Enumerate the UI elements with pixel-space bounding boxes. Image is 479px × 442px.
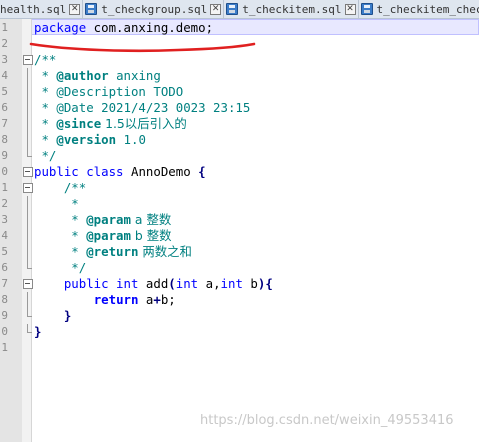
code-text: public class AnnoDemo { — [34, 164, 206, 179]
code-text: return a+b; — [93, 292, 176, 307]
code-line: 8 return a+b; — [0, 292, 479, 308]
line-number: 1 — [1, 341, 8, 354]
tab-health-sql[interactable]: health.sql ✕ — [0, 0, 84, 18]
close-icon[interactable]: ✕ — [344, 3, 356, 15]
line-number: 6 — [1, 261, 8, 274]
line-number: 2 — [1, 37, 8, 50]
fold-guide-end — [23, 308, 32, 324]
save-icon — [226, 3, 239, 15]
code-line: 4 * @author anxing — [0, 68, 479, 84]
fold-guide — [23, 196, 32, 212]
line-number: 7 — [1, 117, 8, 130]
code-line: 3 /** — [0, 52, 479, 68]
fold-guide — [23, 132, 32, 148]
line-number: 5 — [1, 85, 8, 98]
tab-t-checkitem-sql[interactable]: t_checkitem.sql ✕ — [224, 0, 359, 18]
code-text: package com.anxing.demo; — [34, 20, 214, 35]
code-text: */ — [34, 260, 87, 275]
fold-guide-end — [23, 148, 32, 164]
code-line: 3 * @param a 整数 — [0, 212, 479, 228]
tab-label: t_checkgroup.sql — [101, 2, 208, 16]
close-icon[interactable]: ✕ — [69, 3, 81, 15]
code-text: * @author anxing — [34, 68, 161, 83]
code-text: /** — [34, 52, 57, 67]
line-number: 1 — [1, 21, 8, 34]
fold-guide-end — [23, 324, 32, 340]
code-text: * @param a 整数 — [34, 212, 172, 227]
tab-t-checkitem-chec[interactable]: t_checkitem_chec — [358, 0, 479, 18]
line-number: 8 — [1, 133, 8, 146]
fold-guide — [23, 84, 32, 100]
line-number: 3 — [1, 213, 8, 226]
code-text: * @Date 2021/4/23 0023 23:15 — [34, 100, 251, 115]
code-text: } — [34, 308, 72, 323]
red-underline-annotation — [29, 42, 256, 53]
save-icon — [360, 3, 373, 15]
fold-toggle[interactable] — [23, 276, 33, 292]
fold-guide — [23, 292, 32, 308]
fold-guide — [23, 244, 32, 260]
code-line: 0 public class AnnoDemo { — [0, 164, 479, 180]
line-number: 6 — [1, 101, 8, 114]
code-line: 1 package com.anxing.demo; — [0, 20, 479, 36]
fold-guide — [23, 100, 32, 116]
fold-guide-end — [23, 260, 32, 276]
tab-label: health.sql — [0, 2, 67, 16]
code-line: 7 public int add(int a,int b){ — [0, 276, 479, 292]
code-line: 6 */ — [0, 260, 479, 276]
line-number: 9 — [1, 149, 8, 162]
line-number: 4 — [1, 229, 8, 242]
line-number: 0 — [1, 165, 8, 178]
code-text: * — [34, 196, 79, 211]
line-number: 8 — [1, 293, 8, 306]
fold-guide — [23, 228, 32, 244]
line-number: 4 — [1, 69, 8, 82]
code-text: * @version 1.0 — [34, 132, 146, 147]
code-line: 9 */ — [0, 148, 479, 164]
code-line: 8 * @version 1.0 — [0, 132, 479, 148]
code-line: 5 * @Description TODO — [0, 84, 479, 100]
watermark: https://blog.csdn.net/weixin_49553416 — [200, 413, 454, 428]
code-text: * @return 两数之和 — [34, 244, 192, 259]
code-text: * @Description TODO — [34, 84, 184, 99]
line-number: 1 — [1, 181, 8, 194]
code-line: 6 * @Date 2021/4/23 0023 23:15 — [0, 100, 479, 116]
code-line: 9 } — [0, 308, 479, 324]
line-number: 2 — [1, 197, 8, 210]
code-line: 2 * — [0, 196, 479, 212]
line-number: 0 — [1, 325, 8, 338]
code-text: public int add(int a,int b){ — [63, 276, 273, 291]
close-icon[interactable]: ✕ — [210, 3, 222, 15]
tab-bar: health.sql ✕ t_checkgroup.sql ✕ t_checki… — [0, 0, 479, 19]
code-text: } — [34, 324, 42, 339]
code-line: 4 * @param b 整数 — [0, 228, 479, 244]
code-line: 0 } — [0, 324, 479, 340]
code-text: * @param b 整数 — [34, 228, 172, 243]
fold-guide — [23, 116, 32, 132]
code-line: 7 * @since 1.5以后引入的 — [0, 116, 479, 132]
fold-guide — [23, 212, 32, 228]
code-line: 1 — [0, 340, 479, 356]
fold-toggle[interactable] — [23, 164, 33, 180]
line-number: 3 — [1, 53, 8, 66]
code-line: 1 /** — [0, 180, 479, 196]
code-line: 5 * @return 两数之和 — [0, 244, 479, 260]
tab-t-checkgroup-sql[interactable]: t_checkgroup.sql ✕ — [83, 0, 225, 18]
code-text: /** — [34, 180, 87, 195]
fold-toggle[interactable] — [23, 180, 33, 196]
fold-toggle[interactable] — [23, 52, 33, 68]
tab-label: t_checkitem.sql — [242, 2, 342, 16]
code-text: * @since 1.5以后引入的 — [34, 116, 187, 131]
tab-label: t_checkitem_chec — [376, 2, 479, 16]
line-number: 5 — [1, 245, 8, 258]
line-number: 7 — [1, 277, 8, 290]
save-icon — [85, 3, 98, 15]
fold-guide — [23, 68, 32, 84]
code-text: */ — [34, 148, 57, 163]
line-number: 9 — [1, 309, 8, 322]
